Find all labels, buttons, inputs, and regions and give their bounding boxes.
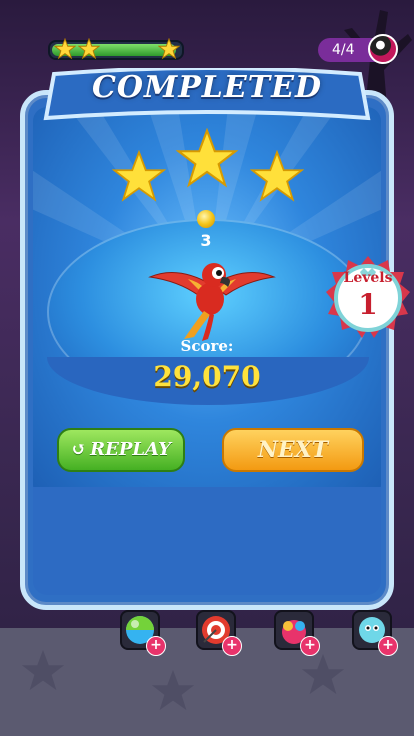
- booster-bomb[interactable]: +: [274, 610, 320, 656]
- earned-star-icon: [176, 128, 238, 188]
- tray-star-icon: [301, 653, 345, 695]
- score-progress-bar: [48, 38, 184, 60]
- coin-count: 3: [200, 231, 212, 250]
- add-booster-button[interactable]: +: [146, 636, 166, 656]
- earned-star-icon: [112, 150, 166, 202]
- dialog-lower-panel: [33, 487, 381, 595]
- progress-star-icon: [78, 38, 100, 60]
- score-value: 29,070: [153, 360, 261, 393]
- add-booster-button[interactable]: +: [222, 636, 242, 656]
- booster-creature[interactable]: +: [352, 610, 398, 656]
- parrot-icon: [148, 263, 276, 341]
- progress-star-icon: [54, 38, 76, 60]
- booster-target[interactable]: +: [196, 610, 242, 656]
- next-label: NEXT: [257, 437, 329, 463]
- earned-star-icon: [250, 150, 304, 202]
- tray-star-icon: [151, 669, 195, 711]
- replay-button[interactable]: ↺ REPLAY: [57, 428, 185, 472]
- dialog-title: COMPLETED: [92, 70, 322, 105]
- next-button[interactable]: NEXT: [222, 428, 364, 472]
- level-number: 1: [358, 288, 378, 321]
- moves-text: 4/4: [332, 42, 355, 58]
- level-label: Levels: [343, 270, 393, 286]
- progress-star-icon: [158, 38, 180, 60]
- add-booster-button[interactable]: +: [300, 636, 320, 656]
- coin-icon: [197, 210, 215, 228]
- add-booster-button[interactable]: +: [378, 636, 398, 656]
- moves-counter: 4/4: [318, 34, 398, 64]
- booster-rainbow[interactable]: +: [120, 610, 166, 656]
- ball-icon: [368, 34, 398, 64]
- replay-label: REPLAY: [90, 439, 171, 460]
- tray-star-icon: [21, 649, 65, 691]
- replay-icon: ↺: [71, 439, 87, 460]
